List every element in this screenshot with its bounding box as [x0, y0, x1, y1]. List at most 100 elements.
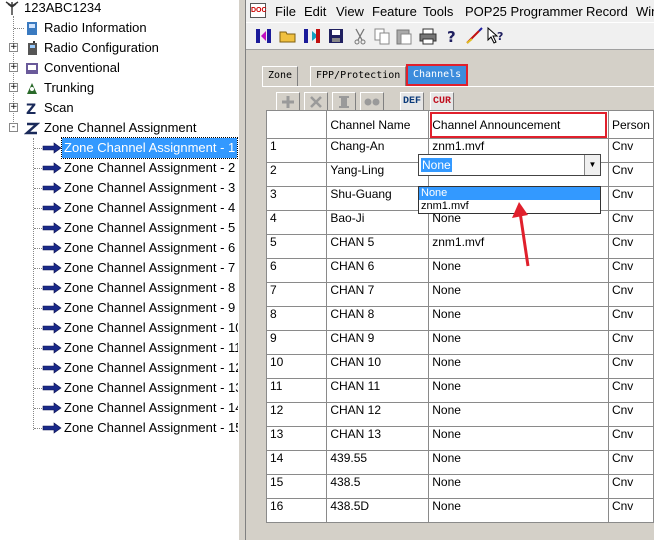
personality-cell[interactable]: Cnv	[607, 330, 654, 355]
channel-name-cell[interactable]: CHAN 11	[326, 378, 430, 403]
channel-announcement-cell[interactable]: None	[428, 426, 609, 451]
delete-row-button[interactable]	[304, 92, 328, 112]
personality-cell[interactable]: Cnv	[607, 234, 654, 259]
channel-announcement-cell[interactable]: None	[428, 330, 609, 355]
channel-name-cell[interactable]: CHAN 12	[326, 402, 430, 427]
expand-icon[interactable]: +	[9, 63, 18, 72]
channel-name-cell[interactable]: CHAN 10	[326, 354, 430, 379]
channel-name-cell[interactable]: 439.55	[326, 450, 430, 475]
expand-icon[interactable]: +	[9, 43, 18, 52]
read-radio-icon[interactable]	[254, 26, 274, 46]
channel-name-cell[interactable]: 438.5D	[326, 498, 430, 523]
tree-item-zone-channel-assignment-15[interactable]: Zone Channel Assignment - 15	[42, 418, 240, 438]
personality-cell[interactable]: Cnv	[607, 162, 654, 187]
menu-tools[interactable]: Tools	[423, 4, 453, 19]
default-values-button[interactable]: DEF	[400, 92, 424, 112]
personality-cell[interactable]: Cnv	[607, 474, 654, 499]
tree-item-radio-configuration[interactable]: Radio Configuration	[24, 38, 161, 58]
tree-item-radio-information[interactable]: Radio Information	[24, 18, 149, 38]
menu-pop25-programmer[interactable]: POP25 Programmer	[465, 4, 583, 19]
channel-announcement-cell[interactable]: None	[428, 306, 609, 331]
tree-item-zone-channel-assignment-9[interactable]: Zone Channel Assignment - 9	[42, 298, 237, 318]
dropdown-option-none[interactable]: None	[419, 187, 600, 200]
open-folder-icon[interactable]	[278, 26, 298, 46]
context-help-icon[interactable]: ?	[486, 26, 506, 46]
tab-zone[interactable]: Zone	[262, 66, 299, 86]
personality-cell[interactable]: Cnv	[607, 210, 654, 235]
tree-item-zone-channel-assignment-1[interactable]: Zone Channel Assignment - 1	[42, 137, 239, 159]
expand-icon[interactable]: +	[9, 83, 18, 92]
tree-item-zone-channel-assignment-10[interactable]: Zone Channel Assignment - 10	[42, 318, 240, 338]
channel-announcement-cell[interactable]: None	[428, 474, 609, 499]
menu-file[interactable]: File	[275, 4, 296, 19]
channel-announcement-cell[interactable]: None	[428, 378, 609, 403]
insert-row-button[interactable]	[276, 92, 300, 112]
tree-item-zone-channel-assignment-12[interactable]: Zone Channel Assignment - 12	[42, 358, 240, 378]
save-icon[interactable]	[326, 26, 346, 46]
personality-header[interactable]: Person	[607, 110, 654, 139]
tree-root[interactable]: 123ABC1234	[4, 0, 103, 18]
menu-edit[interactable]: Edit	[304, 4, 326, 19]
collapse-icon[interactable]: -	[9, 123, 18, 132]
help-icon[interactable]: ?	[442, 26, 462, 46]
personality-cell[interactable]: Cnv	[607, 306, 654, 331]
tree-item-zone-channel-assignment-13[interactable]: Zone Channel Assignment - 13	[42, 378, 240, 398]
channel-name-cell[interactable]: CHAN 9	[326, 330, 430, 355]
channel-name-cell[interactable]: CHAN 5	[326, 234, 430, 259]
personality-cell[interactable]: Cnv	[607, 354, 654, 379]
link-button[interactable]	[360, 92, 384, 112]
tree-item-conventional[interactable]: Conventional	[24, 58, 122, 78]
channel-name-cell[interactable]: Yang-Ling	[326, 162, 430, 187]
tab-channels[interactable]: Channels	[406, 64, 469, 86]
personality-cell[interactable]: Cnv	[607, 402, 654, 427]
personality-cell[interactable]: Cnv	[607, 498, 654, 523]
channel-name-cell[interactable]: Chang-An	[326, 138, 430, 163]
channel-name-cell[interactable]: CHAN 13	[326, 426, 430, 451]
pane-splitter[interactable]	[238, 0, 246, 540]
channel-name-cell[interactable]: CHAN 7	[326, 282, 430, 307]
personality-cell[interactable]: Cnv	[607, 282, 654, 307]
tree-item-zone-channel-assignment-7[interactable]: Zone Channel Assignment - 7	[42, 258, 237, 278]
copy-icon[interactable]	[372, 26, 392, 46]
insert-column-button[interactable]	[332, 92, 356, 112]
tree-item-zone-channel-assignment[interactable]: Zone Channel Assignment	[24, 118, 198, 138]
personality-cell[interactable]: Cnv	[607, 450, 654, 475]
personality-cell[interactable]: Cnv	[607, 426, 654, 451]
channel-announcement-cell[interactable]: None	[428, 354, 609, 379]
personality-cell[interactable]: Cnv	[607, 378, 654, 403]
channel-announcement-header[interactable]: Channel Announcement	[428, 110, 609, 139]
channel-name-cell[interactable]: 438.5	[326, 474, 430, 499]
write-radio-icon[interactable]	[302, 26, 322, 46]
channel-name-cell[interactable]: CHAN 6	[326, 258, 430, 283]
tree-item-zone-channel-assignment-3[interactable]: Zone Channel Assignment - 3	[42, 178, 237, 198]
menu-record[interactable]: Record	[586, 4, 628, 19]
channel-name-cell[interactable]: Bao-Ji	[326, 210, 430, 235]
tree-item-zone-channel-assignment-4[interactable]: Zone Channel Assignment - 4	[42, 198, 237, 218]
tree-item-zone-channel-assignment-11[interactable]: Zone Channel Assignment - 11	[42, 338, 240, 358]
channel-announcement-cell[interactable]: None	[428, 282, 609, 307]
tree-item-zone-channel-assignment-8[interactable]: Zone Channel Assignment - 8	[42, 278, 237, 298]
tree-item-scan[interactable]: Z Scan	[24, 98, 76, 118]
channel-name-cell[interactable]: Shu-Guang	[326, 186, 430, 211]
personality-cell[interactable]: Cnv	[607, 258, 654, 283]
channel-announcement-select[interactable]: None ▼	[418, 154, 601, 176]
tree-item-trunking[interactable]: Trunking	[24, 78, 96, 98]
tab-fpp-protection[interactable]: FPP/Protection	[310, 66, 407, 86]
expand-icon[interactable]: +	[9, 103, 18, 112]
cut-icon[interactable]	[350, 26, 370, 46]
channel-announcement-cell[interactable]: None	[428, 450, 609, 475]
personality-cell[interactable]: Cnv	[607, 138, 654, 163]
tree-item-zone-channel-assignment-2[interactable]: Zone Channel Assignment - 2	[42, 158, 237, 178]
channel-name-header[interactable]: Channel Name	[326, 110, 430, 139]
channel-announcement-cell[interactable]: None	[428, 498, 609, 523]
menu-view[interactable]: View	[336, 4, 364, 19]
print-icon[interactable]	[418, 26, 438, 46]
tree-item-zone-channel-assignment-5[interactable]: Zone Channel Assignment - 5	[42, 218, 237, 238]
paste-icon[interactable]	[394, 26, 414, 46]
menu-win[interactable]: Win	[636, 4, 654, 19]
personality-cell[interactable]: Cnv	[607, 186, 654, 211]
chevron-down-icon[interactable]: ▼	[584, 155, 600, 175]
current-values-button[interactable]: CUR	[430, 92, 454, 112]
tree-item-zone-channel-assignment-6[interactable]: Zone Channel Assignment - 6	[42, 238, 237, 258]
channel-name-cell[interactable]: CHAN 8	[326, 306, 430, 331]
